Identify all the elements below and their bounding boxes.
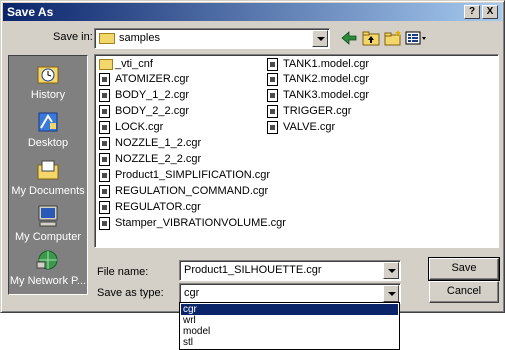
place-label: My Computer <box>14 231 82 243</box>
cgr-file-icon <box>99 185 110 198</box>
place-desktop[interactable]: Desktop <box>9 108 87 154</box>
file-name: _vti_cnf <box>115 58 153 70</box>
cgr-file-icon <box>99 153 110 166</box>
chevron-down-icon[interactable] <box>312 30 328 47</box>
cgr-file-icon <box>267 73 278 86</box>
place-my-computer[interactable]: My Computer <box>9 202 87 248</box>
help-button[interactable]: ? <box>464 5 480 19</box>
file-name: Stamper_VIBRATIONVOLUME.cgr <box>115 217 286 229</box>
filename-label: File name: <box>97 266 149 278</box>
place-label: History <box>30 89 66 101</box>
save-in-combo[interactable]: samples <box>94 28 330 49</box>
file-name: NOZZLE_1_2.cgr <box>115 137 202 149</box>
title-bar[interactable]: Save As ? X <box>3 3 502 21</box>
place-history[interactable]: History <box>9 60 87 106</box>
file-name: TANK2.model.cgr <box>283 73 369 85</box>
cancel-button[interactable]: Cancel <box>429 281 499 303</box>
cgr-file-icon <box>99 201 110 214</box>
file-list[interactable]: _vti_cnf ATOMIZER.cgr BODY_1_2.cgr BODY_… <box>94 54 499 248</box>
savetype-dropdown-list: cgr wrl model stl <box>179 302 400 350</box>
cgr-file-icon <box>99 169 110 182</box>
place-my-network[interactable]: My Network P... <box>9 246 87 292</box>
window-title: Save As <box>7 5 54 19</box>
up-folder-icon[interactable] <box>361 29 381 47</box>
dropdown-option-wrl[interactable]: wrl <box>181 315 398 326</box>
chevron-down-icon[interactable] <box>383 262 399 279</box>
cgr-file-icon <box>267 89 278 102</box>
save-as-dialog: Save As ? X Save in: samples History Des… <box>0 0 505 313</box>
file-name: Product1_SIMPLIFICATION.cgr <box>115 169 271 181</box>
file-name: VALVE.cgr <box>283 121 336 133</box>
cgr-file-icon <box>99 217 110 230</box>
new-folder-icon[interactable] <box>383 29 403 47</box>
folder-icon <box>99 59 113 70</box>
save-in-label: Save in: <box>53 31 93 43</box>
file-name: ATOMIZER.cgr <box>115 73 190 85</box>
folder-icon <box>99 33 115 44</box>
place-my-documents[interactable]: My Documents <box>9 156 87 202</box>
file-name: BODY_2_2.cgr <box>115 105 189 117</box>
cgr-file-icon <box>267 105 278 118</box>
close-button[interactable]: X <box>482 5 498 19</box>
savetype-select[interactable]: cgr <box>179 283 401 304</box>
cgr-file-icon <box>267 58 278 71</box>
file-name: BODY_1_2.cgr <box>115 89 189 101</box>
cgr-file-icon <box>99 137 110 150</box>
file-name: NOZZLE_2_2.cgr <box>115 153 202 165</box>
save-button[interactable]: Save <box>428 257 500 281</box>
file-name: TANK3.model.cgr <box>283 89 369 101</box>
history-icon <box>37 66 59 84</box>
savetype-value: cgr <box>184 287 200 299</box>
file-name: REGULATOR.cgr <box>115 201 201 213</box>
my-computer-icon <box>38 205 58 227</box>
file-name: TRIGGER.cgr <box>283 105 352 117</box>
filename-value: Product1_SILHOUETTE.cgr <box>184 264 322 276</box>
chevron-down-icon[interactable] <box>383 285 399 302</box>
place-label: Desktop <box>27 137 69 149</box>
cgr-file-icon <box>99 121 110 134</box>
file-name: TANK1.model.cgr <box>283 58 369 70</box>
save-in-value: samples <box>119 32 160 44</box>
cgr-file-icon <box>99 105 110 118</box>
my-documents-icon <box>37 160 59 180</box>
dropdown-option-cgr[interactable]: cgr <box>181 304 398 315</box>
back-arrow-icon[interactable] <box>339 29 359 47</box>
cgr-file-icon <box>99 73 110 86</box>
place-label: My Network P... <box>9 275 87 287</box>
my-network-icon <box>36 250 58 270</box>
dropdown-option-model[interactable]: model <box>181 326 398 337</box>
savetype-label: Save as type: <box>97 287 164 299</box>
dropdown-option-stl[interactable]: stl <box>181 337 398 348</box>
desktop-icon <box>38 112 58 132</box>
file-name: REGULATION_COMMAND.cgr <box>115 185 269 197</box>
places-bar: History Desktop My Documents My Computer… <box>8 55 88 295</box>
file-name: LOCK.cgr <box>115 121 164 133</box>
cgr-file-icon <box>99 89 110 102</box>
place-label: My Documents <box>11 185 85 197</box>
cgr-file-icon <box>267 121 278 134</box>
filename-field[interactable]: Product1_SILHOUETTE.cgr <box>179 260 401 281</box>
views-menu-icon[interactable] <box>405 29 427 47</box>
